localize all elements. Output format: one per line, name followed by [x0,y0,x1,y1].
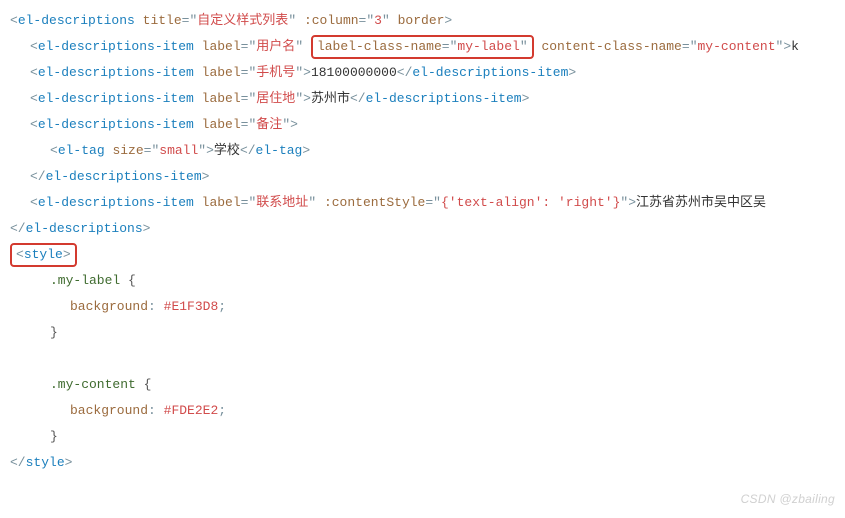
highlight-label-class-name: label-class-name="my-label" [311,35,534,59]
code-line: } [10,424,835,450]
code-line: <el-tag size="small">学校</el-tag> [10,138,835,164]
code-line: <el-descriptions-item label="用户名" label-… [10,34,835,60]
code-line: background: #FDE2E2; [10,398,835,424]
code-line: <el-descriptions title="自定义样式列表" :column… [10,8,835,34]
code-line: </el-descriptions-item> [10,164,835,190]
code-line: .my-content { [10,372,835,398]
code-line: </el-descriptions> [10,216,835,242]
code-line: <el-descriptions-item label="手机号">181000… [10,60,835,86]
watermark: CSDN @zbailing [741,486,835,512]
code-line [10,346,835,372]
code-line: <el-descriptions-item label="备注"> [10,112,835,138]
code-line: <el-descriptions-item label="居住地">苏州市</e… [10,86,835,112]
code-line: .my-label { [10,268,835,294]
code-line: } [10,320,835,346]
code-line: background: #E1F3D8; [10,294,835,320]
code-line: <style> [10,242,835,268]
highlight-style-tag: <style> [10,243,77,267]
code-line: <el-descriptions-item label="联系地址" :cont… [10,190,835,216]
code-line: </style> [10,450,835,476]
